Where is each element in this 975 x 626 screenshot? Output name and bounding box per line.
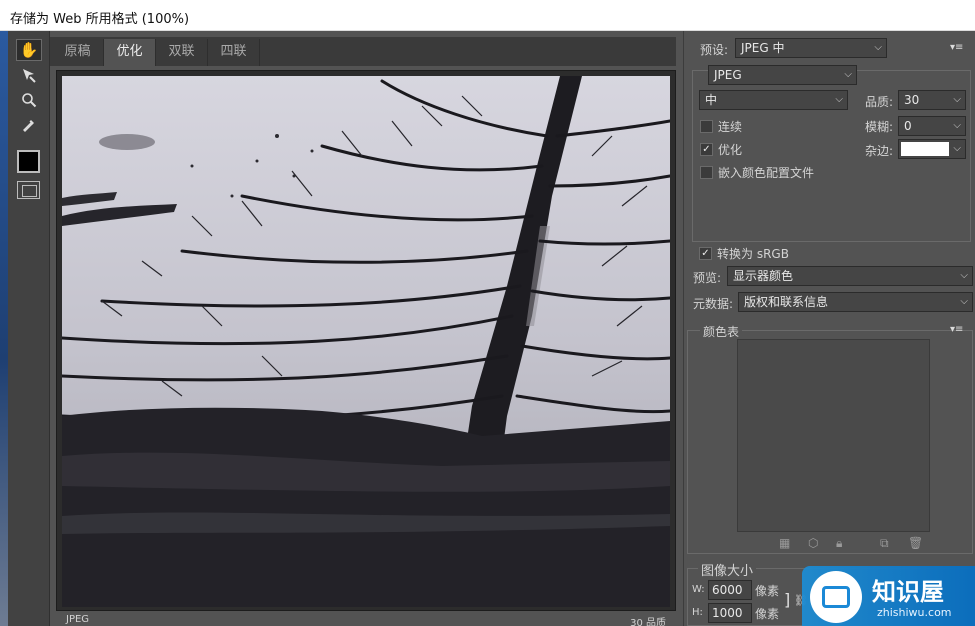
color-table-title: 颜色表 [700,323,743,340]
compression-quality-select[interactable]: 中 ⌵ [699,90,848,110]
zoom-tool-icon[interactable] [16,89,42,111]
new-color-icon[interactable]: ⧉ [880,536,889,551]
tab-original[interactable]: 原稿 [52,39,104,66]
image-size-title: 图像大小 [698,560,757,579]
quality-label: 品质: [865,95,894,109]
panel-menu-icon[interactable]: ▾≡ [950,43,964,53]
watermark-name: 知识屋 [872,578,944,606]
slice-select-tool-icon[interactable] [16,64,42,86]
preview-label: 预览: [693,271,722,285]
quality-input[interactable]: 30 ⌵ [898,90,966,110]
title-bar: 存储为 Web 所用格式 (100%) [0,0,975,31]
status-quality: 30 品质 [630,618,666,626]
convert-srgb-checkbox[interactable]: ✓ [699,247,712,260]
tab-4-up[interactable]: 四联 [208,39,260,66]
embed-profile-label: 嵌入颜色配置文件 [718,166,815,180]
width-input[interactable]: 6000 [708,580,752,600]
matte-color-swatch [901,142,949,156]
preset-select[interactable]: JPEG 中 ⌵ [735,38,887,58]
optimized-label: 优化 [718,143,743,157]
toggle-slices-visibility-icon[interactable] [17,181,40,199]
preview-canvas[interactable] [56,70,676,611]
chevron-down-icon: ⌵ [874,42,882,53]
preview-value: 显示器颜色 [733,269,794,283]
optimized-checkbox[interactable]: ✓ [700,143,713,156]
eyedropper-color-swatch[interactable] [17,150,40,173]
watermark-logo-icon [810,571,862,623]
lock-color-icon[interactable]: 🔒︎ [836,536,842,551]
width-label: W: [692,584,705,595]
metadata-select[interactable]: 版权和联系信息 ⌵ [738,292,973,312]
height-value: 1000 [712,606,743,620]
tab-2-up[interactable]: 双联 [156,39,208,66]
eyedropper-tool-icon[interactable] [16,114,42,136]
status-format: JPEG [66,614,90,625]
view-tabs: 原稿 优化 双联 四联 [50,37,676,66]
matte-label: 杂边: [865,144,894,158]
width-value: 6000 [712,583,743,597]
preset-label: 预设: [700,43,729,57]
window-title: 存储为 Web 所用格式 (100%) [10,12,190,27]
blur-input[interactable]: 0 ⌵ [898,116,966,136]
chevron-down-icon: ⌵ [844,69,852,80]
embed-profile-checkbox[interactable] [700,166,713,179]
progressive-label: 连续 [718,120,743,134]
width-unit: 像素 [755,584,780,598]
delete-color-icon[interactable]: 🗑︎ [908,536,923,550]
toolbox: ✋ [8,31,50,626]
preview-image[interactable] [62,76,670,607]
watermark: 知识屋 zhishiwu.com [802,566,975,626]
web-shift-cube-icon[interactable]: ⬡ [808,536,818,550]
preview-select[interactable]: 显示器颜色 ⌵ [727,266,973,286]
chevron-down-icon: ⌵ [960,270,968,281]
preset-value: JPEG 中 [741,41,785,55]
chevron-down-icon: ⌵ [960,296,968,307]
compression-value: 中 [705,93,718,107]
chevron-down-icon: ⌵ [953,143,961,154]
color-table[interactable] [737,339,930,532]
color-table-menu-icon[interactable]: ▾≡ [950,325,964,335]
map-transparency-icon[interactable]: ▦ [779,536,790,550]
progressive-checkbox[interactable] [700,120,713,133]
tab-optimized[interactable]: 优化 [104,39,156,66]
hand-tool-icon[interactable]: ✋ [16,39,42,61]
format-value: JPEG [714,68,742,82]
format-select[interactable]: JPEG ⌵ [708,65,857,85]
quality-value: 30 [904,93,920,107]
chevron-down-icon: ⌵ [953,120,961,131]
chevron-down-icon: ⌵ [953,94,961,105]
convert-srgb-label: 转换为 sRGB [717,247,789,261]
metadata-label: 元数据: [693,297,734,311]
blur-label: 模糊: [865,120,894,134]
status-bar: JPEG 30 品质 [56,612,676,626]
height-input[interactable]: 1000 [708,603,752,623]
height-label: H: [692,607,703,618]
height-unit: 像素 [755,607,780,621]
watermark-url: zhishiwu.com [877,606,952,619]
background-window-edge [0,31,8,626]
metadata-value: 版权和联系信息 [744,295,829,309]
matte-select[interactable]: ⌵ [898,139,966,159]
chevron-down-icon: ⌵ [835,94,843,105]
blur-value: 0 [904,119,912,133]
constrain-bracket-icon: ] [784,590,791,609]
